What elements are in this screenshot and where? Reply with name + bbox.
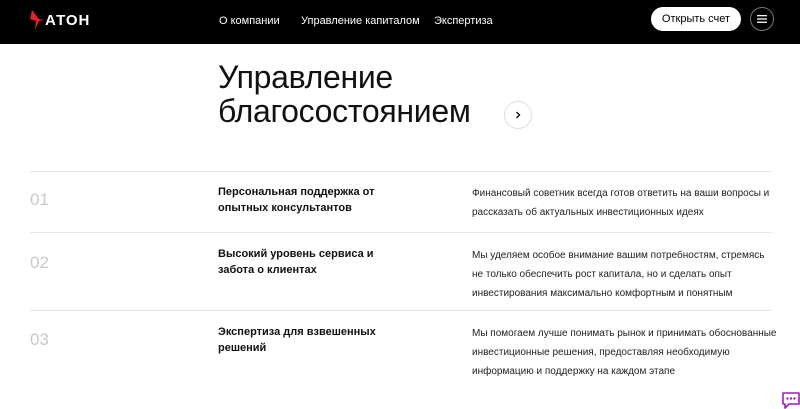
open-account-button[interactable]: Открыть счет (651, 7, 741, 31)
nav-item-about[interactable]: О компании (219, 13, 280, 29)
chevron-right-icon (516, 111, 521, 119)
page-title: Управление благосостоянием (218, 60, 471, 128)
divider (30, 232, 772, 233)
nav-item-capital-management[interactable]: Управление капиталом (301, 13, 420, 29)
chat-icon (782, 392, 800, 409)
page-title-line1: Управление (218, 59, 393, 95)
feature-title: Экспертиза для взвешенных решений (218, 326, 376, 354)
hamburger-icon (757, 15, 767, 23)
nav-item-expertise[interactable]: Экспертиза (434, 13, 493, 29)
feature-description: Финансовый советник всегда готов ответит… (472, 188, 770, 218)
feature-number: 03 (30, 330, 49, 349)
menu-button[interactable] (750, 7, 774, 31)
feature-description: Мы уделяем особое внимание вашим потребн… (472, 250, 765, 299)
title-arrow-button[interactable] (504, 101, 532, 129)
top-header: АТОН О компании Управление капиталом Экс… (0, 0, 800, 44)
feature-title: Высокий уровень сервиса и забота о клиен… (218, 248, 374, 276)
page-title-line2: благосостоянием (218, 93, 471, 129)
chat-widget-button[interactable] (782, 392, 800, 409)
divider (30, 310, 772, 311)
feature-number: 02 (30, 253, 49, 272)
feature-title: Персональная поддержка от опытных консул… (218, 186, 375, 214)
feature-number: 01 (30, 190, 49, 209)
feature-description: Мы помогаем лучше понимать рынок и прини… (472, 328, 777, 377)
divider (30, 171, 772, 172)
